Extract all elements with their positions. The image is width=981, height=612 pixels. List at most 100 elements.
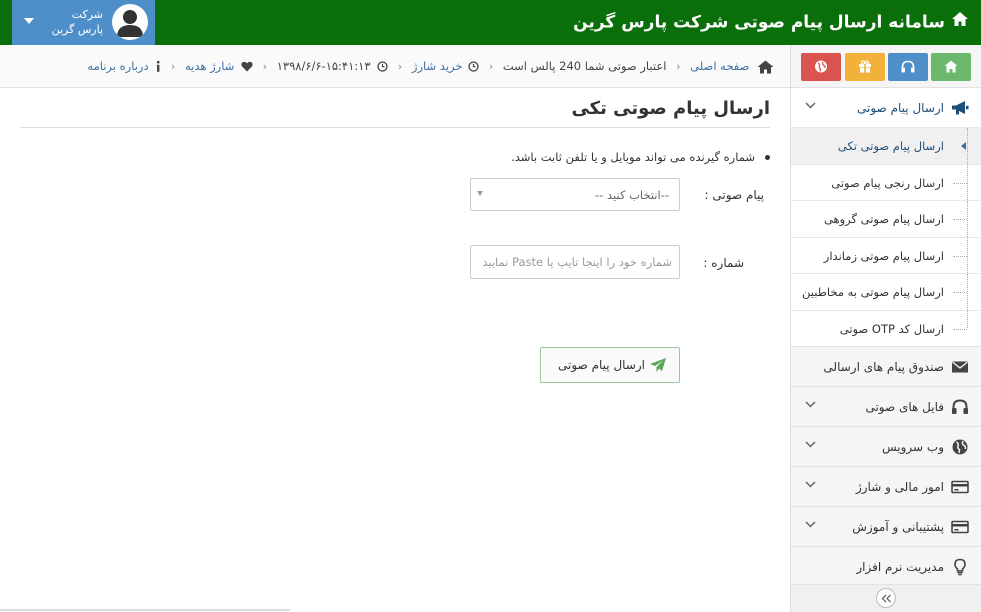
sidebar-subitem-contacts[interactable]: ارسال پیام صوتی به مخاطبین xyxy=(791,273,981,310)
sidebar-item-label: فایل های صوتی xyxy=(865,400,944,414)
bullet-icon xyxy=(765,155,770,160)
clock-icon xyxy=(377,45,388,88)
scroll-indicator xyxy=(0,609,290,611)
credit-card-icon xyxy=(951,480,969,494)
user-avatar-icon xyxy=(112,4,148,40)
home-crumb-icon xyxy=(757,45,774,88)
buy-charge-link[interactable]: خرید شارژ xyxy=(412,45,463,88)
gift-charge-link[interactable]: شارژ هدیه xyxy=(185,45,234,88)
info-icon xyxy=(155,45,161,88)
caret-down-icon xyxy=(24,18,34,24)
caret-down-icon xyxy=(477,191,483,196)
sidebar-item-support[interactable]: پشتیبانی و آموزش xyxy=(791,506,981,546)
heart-icon xyxy=(241,45,253,88)
sidebar-nav: ارسال پیام صوتی ارسال پیام صوتی تکی ارسا… xyxy=(791,87,981,586)
home-icon xyxy=(951,0,969,45)
recipient-note: شماره گیرنده می تواند موبایل و یا تلفن ث… xyxy=(511,150,770,164)
user-menu[interactable]: شرکت پارس گرین xyxy=(12,0,155,45)
company-line1: شرکت xyxy=(71,8,103,21)
sidebar-subitem-label: ارسال پیام صوتی به مخاطبین xyxy=(802,285,944,299)
sidebar-subitem-single[interactable]: ارسال پیام صوتی تکی xyxy=(791,127,981,164)
number-label: شماره : xyxy=(703,256,744,270)
sidebar: ارسال پیام صوتی ارسال پیام صوتی تکی ارسا… xyxy=(790,45,981,612)
crumb-separator: ‹ xyxy=(676,60,681,73)
send-voice-button-label: ارسال پیام صوتی xyxy=(558,358,645,372)
company-name: شرکت پارس گرین xyxy=(52,7,103,37)
tree-branch xyxy=(953,292,967,293)
chevron-down-icon xyxy=(805,481,816,488)
sidebar-subitem-otp[interactable]: ارسال کد OTP صوتی xyxy=(791,309,981,346)
app-title-text: سامانه ارسال پیام صوتی شرکت پارس گرین xyxy=(573,12,945,33)
credit-info: اعتبار صوتی شما 240 پالس است xyxy=(502,59,667,73)
tree-line xyxy=(967,274,968,310)
note-text: شماره گیرنده می تواند موبایل و یا تلفن ث… xyxy=(511,150,755,164)
voice-label: پیام صوتی : xyxy=(704,188,764,202)
caret-left-icon xyxy=(961,142,966,150)
tree-line xyxy=(967,237,968,273)
globe-icon xyxy=(815,60,827,73)
shortcut-row xyxy=(801,53,971,81)
voice-select-value: --انتخاب کنید -- xyxy=(595,188,669,202)
gift-icon xyxy=(859,60,871,73)
chevron-down-icon xyxy=(805,521,816,528)
tree-branch xyxy=(953,328,967,330)
sidebar-collapse-bar xyxy=(791,584,981,612)
sidebar-item-software[interactable]: مدیریت نرم افزار xyxy=(791,546,981,586)
home-icon xyxy=(944,60,958,73)
shortcut-home-button[interactable] xyxy=(931,53,971,81)
lightbulb-icon xyxy=(954,558,966,576)
tree-line xyxy=(967,310,968,329)
paper-plane-icon xyxy=(650,358,666,372)
breadcrumb-bar: صفحه اصلی ‹ اعتبار صوتی شما 240 پالس است… xyxy=(0,45,790,88)
envelope-icon xyxy=(952,361,968,373)
globe-icon xyxy=(952,439,968,455)
sidebar-collapse-button[interactable] xyxy=(876,588,896,608)
breadcrumb: صفحه اصلی ‹ اعتبار صوتی شما 240 پالس است… xyxy=(87,45,774,88)
sidebar-item-send-voice[interactable]: ارسال پیام صوتی xyxy=(791,87,981,127)
chevron-down-icon xyxy=(805,441,816,448)
clock-icon xyxy=(468,45,479,88)
crumb-separator: ‹ xyxy=(397,60,403,73)
headphones-icon xyxy=(952,399,968,414)
crumb-separator: ‹ xyxy=(488,60,494,73)
sidebar-item-label: مدیریت نرم افزار xyxy=(856,560,944,574)
about-link[interactable]: درباره برنامه xyxy=(87,45,148,88)
shortcut-web-button[interactable] xyxy=(801,53,841,81)
sidebar-item-label: ارسال پیام صوتی xyxy=(857,101,944,115)
datetime: ۱۳۹۸/۶/۶-۱۵:۴۱:۱۳ xyxy=(276,59,371,73)
tree-branch xyxy=(953,182,967,184)
page-title: ارسال پیام صوتی تکی xyxy=(571,98,770,119)
sidebar-item-label: امور مالی و شارژ xyxy=(855,480,944,494)
crumb-separator: ‹ xyxy=(170,60,176,73)
shortcut-gift-button[interactable] xyxy=(845,53,885,81)
top-header: سامانه ارسال پیام صوتی شرکت پارس گرین شر… xyxy=(0,0,981,45)
sidebar-item-webservice[interactable]: وب سرویس xyxy=(791,426,981,466)
app-title: سامانه ارسال پیام صوتی شرکت پارس گرین xyxy=(573,0,969,45)
chevron-down-icon xyxy=(805,401,816,408)
sidebar-item-outbox[interactable]: صندوق پیام های ارسالی xyxy=(791,346,981,386)
sidebar-item-label: وب سرویس xyxy=(881,440,944,454)
send-voice-button[interactable]: ارسال پیام صوتی xyxy=(540,347,680,383)
company-line2: پارس گرین xyxy=(51,23,103,36)
sidebar-subitem-label: ارسال پیام صوتی تکی xyxy=(837,139,944,153)
sidebar-subitem-label: ارسال پیام صوتی زماندار xyxy=(823,248,944,263)
sidebar-item-label: پشتیبانی و آموزش xyxy=(852,520,944,534)
voice-select[interactable]: --انتخاب کنید -- xyxy=(470,178,680,211)
megaphone-icon xyxy=(952,101,969,115)
tree-branch xyxy=(953,255,967,257)
sidebar-subitem-label: ارسال رنجی پیام صوتی xyxy=(831,175,944,190)
shortcut-audio-button[interactable] xyxy=(888,53,928,81)
tree-line xyxy=(967,128,968,164)
sidebar-item-audio-files[interactable]: فایل های صوتی xyxy=(791,386,981,426)
sidebar-subitem-range[interactable]: ارسال رنجی پیام صوتی xyxy=(791,163,981,200)
sidebar-item-finance[interactable]: امور مالی و شارژ xyxy=(791,466,981,506)
chevron-down-icon xyxy=(805,102,816,109)
sidebar-subitem-scheduled[interactable]: ارسال پیام صوتی زماندار xyxy=(791,236,981,273)
title-divider xyxy=(20,127,770,128)
number-input[interactable] xyxy=(470,245,680,279)
sidebar-subitem-group[interactable]: ارسال پیام صوتی گروهی xyxy=(791,200,981,237)
crumb-separator: ‹ xyxy=(262,60,268,73)
tree-branch xyxy=(953,219,967,220)
crumb-home-link[interactable]: صفحه اصلی xyxy=(690,45,749,88)
tree-line xyxy=(967,164,968,200)
